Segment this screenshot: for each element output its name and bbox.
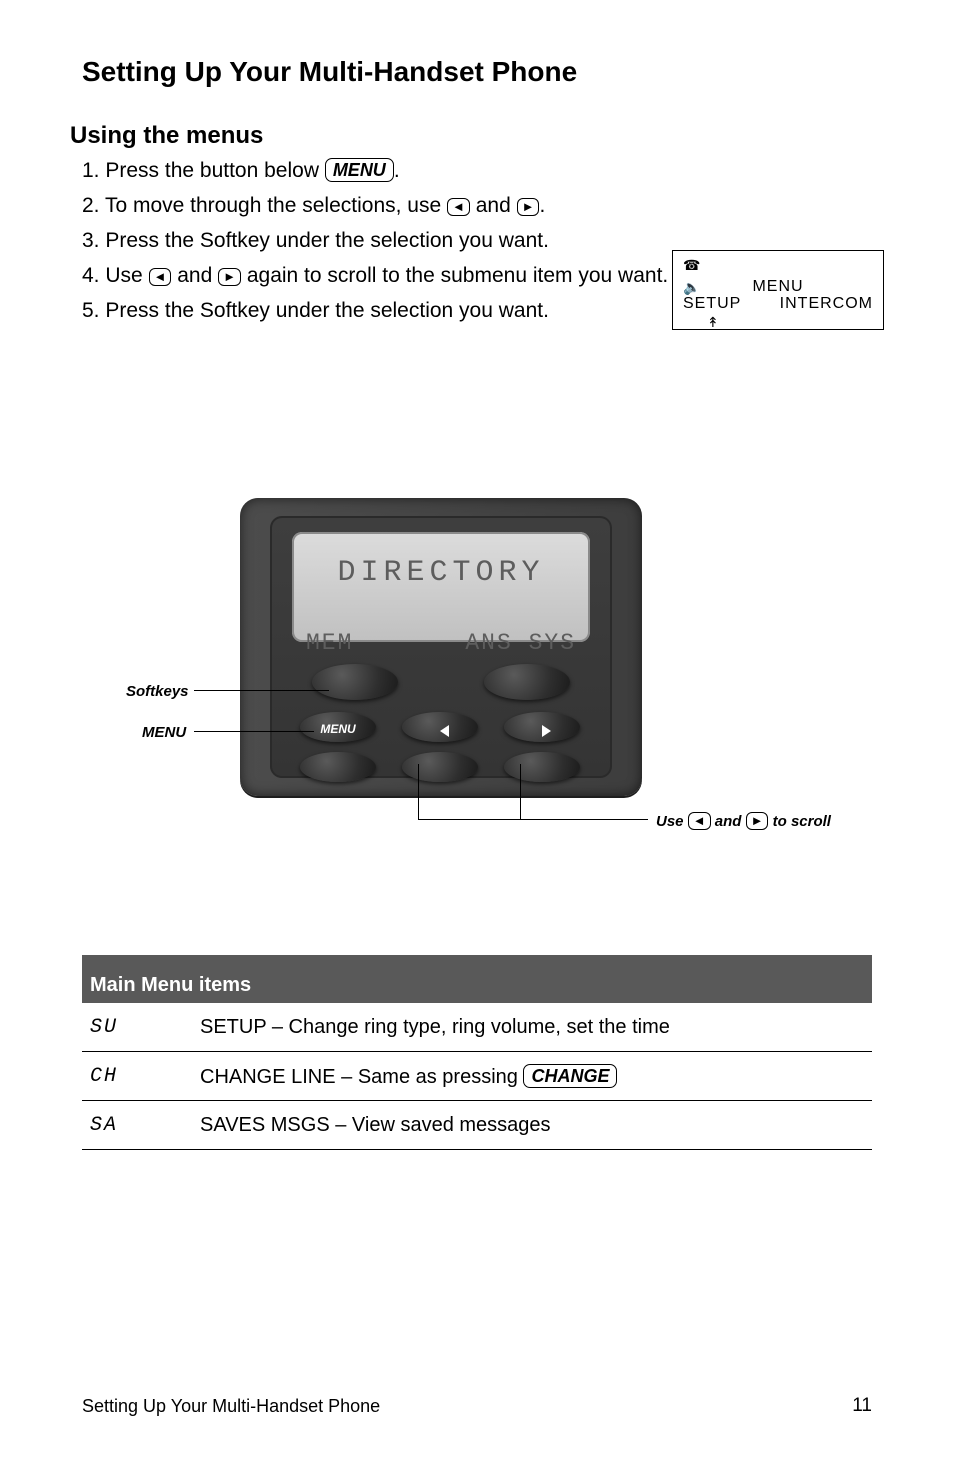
text: Use: [656, 813, 688, 830]
menu-button[interactable]: MENU: [300, 712, 376, 742]
text: and: [715, 813, 746, 830]
softkey-left-button[interactable]: [312, 664, 398, 700]
lcd-left-soft: MEM: [306, 630, 353, 656]
lcd-right-soft: ANS SYS: [465, 630, 576, 656]
text: .: [539, 194, 545, 217]
step-1: 1. Press the button below MENU.: [82, 158, 602, 185]
page-title: Setting Up Your Multi-Handset Phone: [82, 56, 872, 88]
left-arrow-icon: [440, 725, 449, 737]
right-key: ►: [218, 268, 241, 286]
callout-line: [520, 764, 521, 819]
lcd-menu-text: MENU: [673, 278, 883, 296]
text: .: [394, 159, 400, 182]
code-cell: SA: [82, 1114, 200, 1137]
text: again to scroll to the submenu item you …: [247, 264, 668, 287]
text: 2. To move through the selections, use: [82, 194, 447, 217]
section-heading-menus: Using the menus: [70, 122, 872, 150]
step-2: 2. To move through the selections, use ◄…: [82, 193, 602, 220]
callout-use-scroll: Use ◄ and ► to scroll: [656, 812, 831, 830]
left-key: ◄: [688, 812, 711, 830]
callout-line: [194, 690, 329, 691]
blank-button-1[interactable]: [300, 752, 376, 782]
callout-menu: MENU: [142, 724, 186, 741]
desc-cell: SETUP – Change ring type, ring volume, s…: [200, 1016, 872, 1039]
handset-icon: ☎: [683, 257, 700, 274]
text: 4. Use: [82, 264, 149, 287]
desc-cell: CHANGE LINE – Same as pressing CHANGE: [200, 1064, 872, 1089]
left-arrow-button[interactable]: [402, 712, 478, 742]
right-key: ►: [746, 812, 769, 830]
menu-items-table: Main Menu items SU SETUP – Change ring t…: [82, 955, 872, 1150]
table-row: SA SAVES MSGS – View saved messages: [82, 1101, 872, 1150]
text: and: [177, 264, 218, 287]
softkey-right-button[interactable]: [484, 664, 570, 700]
blank-button-2[interactable]: [402, 752, 478, 782]
menu-key: MENU: [325, 158, 394, 182]
right-arrow-icon: [542, 725, 551, 737]
lcd-display: DIRECTORY MEM ANS SYS: [292, 532, 590, 642]
callout-line: [194, 731, 314, 732]
table-header: Main Menu items: [82, 955, 872, 1003]
running-footer: Setting Up Your Multi-Handset Phone: [82, 1396, 872, 1417]
lcd-intercom-text: INTERCOM: [780, 295, 873, 313]
phone-illustration: DIRECTORY MEM ANS SYS MENU: [240, 498, 642, 796]
text: to scroll: [773, 813, 831, 830]
code-cell: SU: [82, 1016, 200, 1039]
text: and: [476, 194, 517, 217]
pointer-arrow-icon: ↟: [707, 314, 719, 331]
desc-cell: SAVES MSGS – View saved messages: [200, 1114, 872, 1137]
text: 1. Press the button below: [82, 159, 325, 182]
lcd-line1: DIRECTORY: [292, 556, 590, 590]
right-arrow-button[interactable]: [504, 712, 580, 742]
left-key: ◄: [447, 198, 470, 216]
right-key: ►: [517, 198, 540, 216]
blank-button-3[interactable]: [504, 752, 580, 782]
callout-line: [418, 819, 648, 820]
callout-line: [418, 764, 419, 819]
text: CHANGE LINE – Same as pressing: [200, 1066, 523, 1088]
code-cell: CH: [82, 1065, 200, 1088]
table-row: CH CHANGE LINE – Same as pressing CHANGE: [82, 1052, 872, 1101]
callout-softkeys: Softkeys: [126, 683, 189, 700]
menu-screenshot-small: ☎ 🔈 MENU SETUP INTERCOM ↟: [672, 250, 884, 330]
left-key: ◄: [149, 268, 172, 286]
table-row: SU SETUP – Change ring type, ring volume…: [82, 1003, 872, 1052]
lcd-setup-text: SETUP: [683, 295, 741, 313]
change-key: CHANGE: [523, 1064, 617, 1088]
menu-button-label: MENU: [300, 722, 376, 736]
page-number: 11: [852, 1395, 872, 1417]
